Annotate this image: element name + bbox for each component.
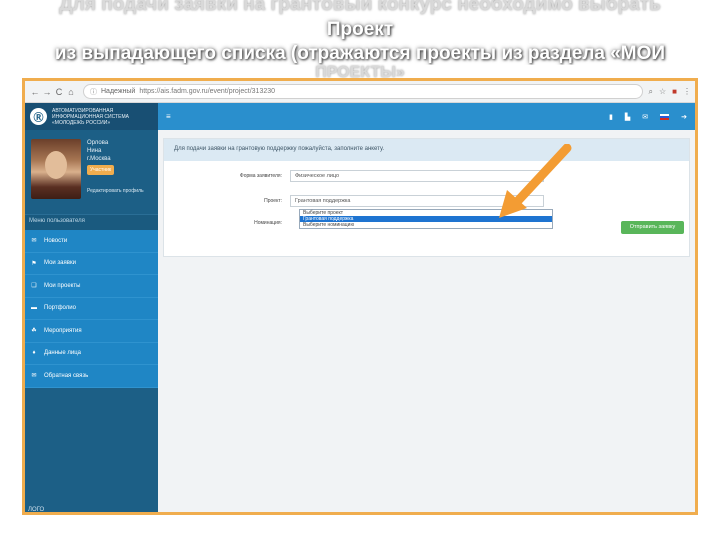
home-icon[interactable]: ⌂ <box>65 87 77 97</box>
submit-button[interactable]: Отправить заявку <box>621 221 684 234</box>
browser-toolbar: ← → C ⌂ ⓘ Надежный https://ais.fadm.gov.… <box>25 81 695 103</box>
field-label: Форма заявителя: <box>239 173 282 179</box>
panel-header: Для подачи заявки на грантовую поддержку… <box>164 139 689 161</box>
address-bar[interactable]: ⓘ Надежный https://ais.fadm.gov.ru/event… <box>83 84 643 99</box>
sidebar-item-label: Мои проекты <box>44 282 81 289</box>
user-last-name: Орлова <box>87 140 109 146</box>
info-icon: ⓘ <box>90 88 97 96</box>
security-label: Надежный <box>101 88 136 95</box>
sidebar-item-my-applications[interactable]: ⚑ Мои заявки <box>25 252 158 275</box>
sidebar-menu: ✉ Новости ⚑ Мои заявки ❑ Мои проекты ▬ Портф… <box>25 230 158 388</box>
slide-title: Проект <box>326 19 394 40</box>
main-content: ≡ ▮ ▙ ✉ ➔ Для подачи заявки на грантовую… <box>158 103 695 512</box>
chart-icon[interactable]: ▙ <box>625 113 630 121</box>
sidebar-item-feedback[interactable]: ✉ Обратная связь <box>25 365 158 388</box>
sidebar-item-label: Портфолио <box>44 305 76 312</box>
sidebar-item-portfolio[interactable]: ▬ Портфолио <box>25 297 158 320</box>
hamburger-icon[interactable]: ≡ <box>166 112 171 121</box>
sidebar-item-label: Обратная связь <box>44 372 89 379</box>
topbar: ≡ ▮ ▙ ✉ ➔ <box>158 103 695 130</box>
flag-icon[interactable] <box>660 113 670 120</box>
user-card: Орлова Нина г.Москва Участник Редактиров… <box>25 130 158 214</box>
search-icon[interactable]: ⌕ <box>649 87 653 97</box>
footer-logo: ЛОГО <box>28 507 45 513</box>
flag-icon: ⚑ <box>31 260 37 267</box>
screenshot-frame: ← → C ⌂ ⓘ Надежный https://ais.fadm.gov.… <box>22 78 698 515</box>
folder-icon: ▬ <box>31 305 37 312</box>
extension-icon[interactable]: ■ <box>672 87 677 96</box>
back-icon[interactable]: ← <box>29 87 41 97</box>
pin-icon: ♦ <box>32 350 36 357</box>
mail-icon: ✉ <box>31 373 37 380</box>
sidebar-item-my-projects[interactable]: ❑ Мои проекты <box>25 275 158 298</box>
sidebar-item-news[interactable]: ✉ Новости <box>25 230 158 253</box>
edit-profile-link[interactable]: Редактировать профиль <box>87 187 144 195</box>
form-row-project: Проект: Грантовая поддержка <box>164 195 544 207</box>
logo-text: АВТОМАТИЗИРОВАННАЯ ИНФОРМАЦИОННАЯ СИСТЕМ… <box>52 107 129 126</box>
logo[interactable]: Ⓡ АВТОМАТИЗИРОВАННАЯ ИНФОРМАЦИОННАЯ СИСТ… <box>25 103 158 130</box>
status-badge: Участник <box>87 165 115 175</box>
menu-icon[interactable]: ⋮ <box>683 87 691 96</box>
slide-banner: Для подачи заявки на грантовый конкурс н… <box>0 0 720 82</box>
sidebar-item-label: Данные лица <box>44 350 81 357</box>
document-icon: ❑ <box>31 283 37 290</box>
logout-icon[interactable]: ➔ <box>681 113 687 121</box>
sidebar-item-events[interactable]: ☘ Мероприятия <box>25 320 158 343</box>
browser-actions: ⌕ ☆ ■ ⋮ <box>649 87 692 97</box>
avatar[interactable] <box>31 139 81 199</box>
sidebar-item-label: Новости <box>44 237 68 244</box>
form-row-nomination: Номинация: <box>164 220 290 226</box>
star-icon[interactable]: ☆ <box>659 87 666 96</box>
sidebar-item-personal-data[interactable]: ♦ Данные лица <box>25 342 158 365</box>
events-icon: ☘ <box>31 328 37 335</box>
slide-subtitle: из выпадающего списка (отражаются проект… <box>54 43 666 64</box>
url-text: https://ais.fadm.gov.ru/event/project/31… <box>139 88 276 95</box>
application-panel: Для подачи заявки на грантовую поддержку… <box>163 138 690 257</box>
menu-title: Меню пользователя <box>25 214 158 230</box>
emblem-icon: Ⓡ <box>30 108 47 125</box>
mail-icon[interactable]: ✉ <box>642 113 648 121</box>
ghost-heading-top: Для подачи заявки на грантовый конкурс н… <box>59 0 661 15</box>
form-row-applicant: Форма заявителя: Физическое лицо <box>164 170 544 182</box>
sidebar-item-label: Мои заявки <box>44 260 76 267</box>
field-label: Проект: <box>264 198 282 204</box>
field-label: Номинация: <box>254 220 282 226</box>
slide: Для подачи заявки на грантовый конкурс н… <box>0 0 720 540</box>
arrow-pointer-icon <box>499 144 572 218</box>
sidebar: Ⓡ АВТОМАТИЗИРОВАННАЯ ИНФОРМАЦИОННАЯ СИСТ… <box>25 103 158 513</box>
forward-icon[interactable]: → <box>41 87 53 97</box>
document-icon[interactable]: ▮ <box>609 113 613 121</box>
megaphone-icon: ✉ <box>31 238 37 245</box>
user-info: Орлова Нина г.Москва Участник Редактиров… <box>87 139 144 214</box>
user-city: г.Москва <box>87 156 111 162</box>
reload-icon[interactable]: C <box>53 87 65 97</box>
app: Ⓡ АВТОМАТИЗИРОВАННАЯ ИНФОРМАЦИОННАЯ СИСТ… <box>25 103 695 513</box>
sidebar-item-label: Мероприятия <box>44 327 82 334</box>
user-first-name: Нина <box>87 148 102 154</box>
